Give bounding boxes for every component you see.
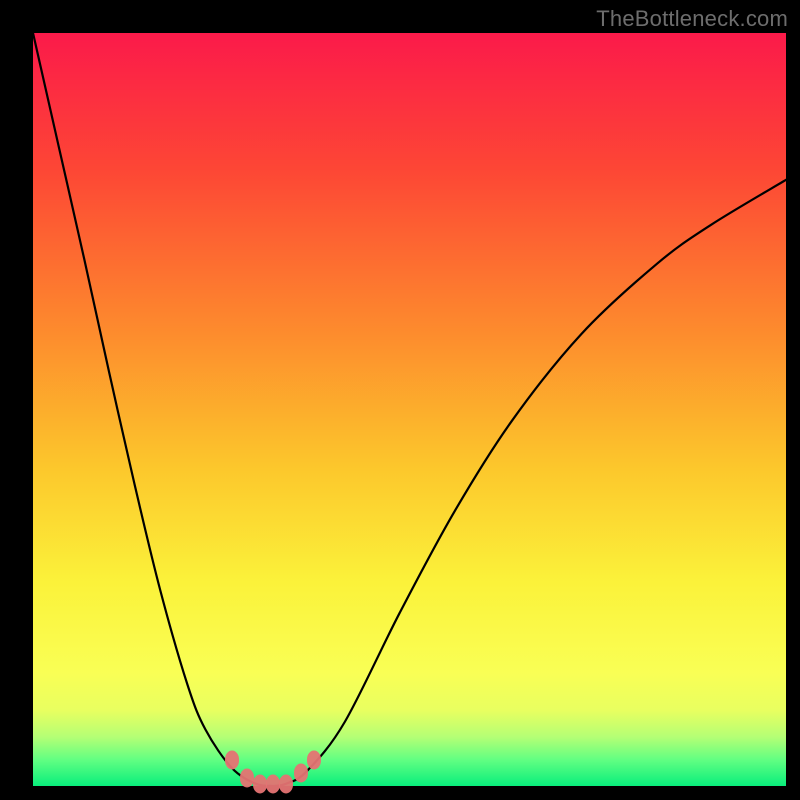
curve-left-branch (33, 33, 273, 786)
data-point-marker (307, 750, 321, 769)
data-point-marker (279, 774, 293, 793)
data-point-marker (253, 774, 267, 793)
chart-frame: TheBottleneck.com (0, 0, 800, 800)
plot-area (33, 33, 786, 786)
data-point-marker (294, 764, 308, 783)
data-point-marker (225, 750, 239, 769)
watermark-label: TheBottleneck.com (596, 6, 788, 32)
curve-layer (33, 33, 786, 786)
curve-right-branch (273, 180, 786, 786)
